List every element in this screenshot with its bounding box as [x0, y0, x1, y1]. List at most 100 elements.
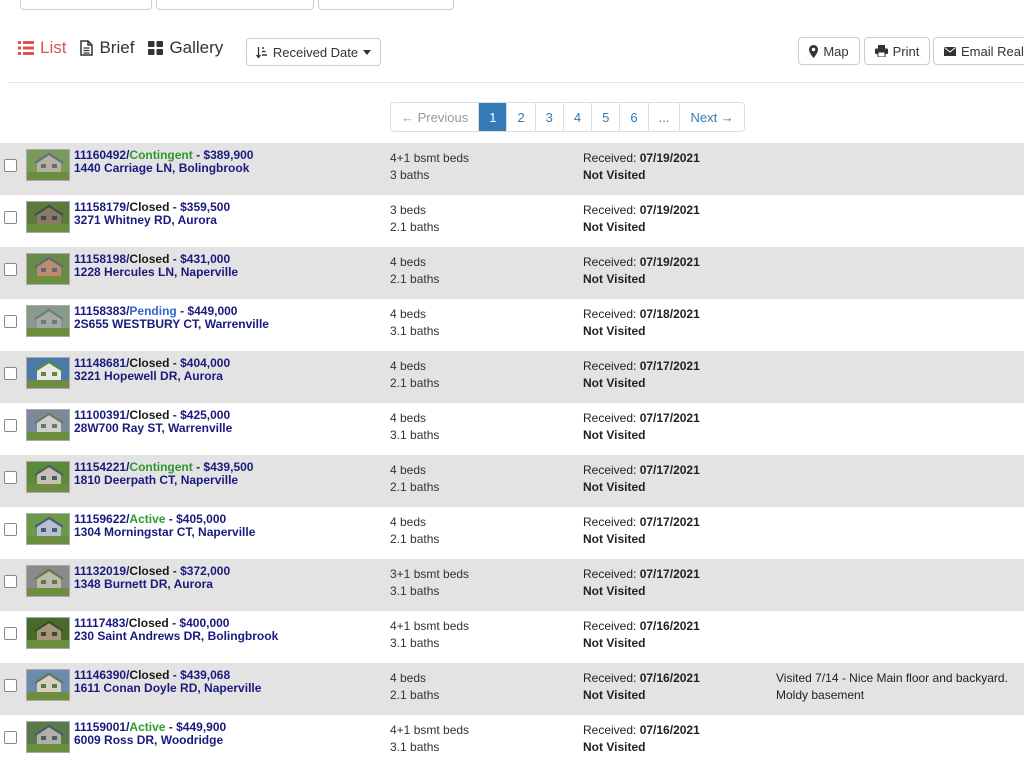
- listing-photo[interactable]: [26, 149, 70, 181]
- row-checkbox[interactable]: [4, 575, 17, 588]
- caret-down-icon: [363, 49, 372, 55]
- status-badge: Closed: [128, 616, 169, 630]
- page-4-button[interactable]: 4: [562, 103, 591, 131]
- row-checkbox[interactable]: [4, 679, 17, 692]
- address-link[interactable]: 3221 Hopewell DR, Aurora: [74, 369, 223, 383]
- listing-photo[interactable]: [26, 513, 70, 545]
- address-link[interactable]: 3271 Whitney RD, Aurora: [74, 213, 217, 227]
- tab-brief[interactable]: Brief: [80, 38, 134, 58]
- beds: 4+1 bsmt beds: [390, 619, 470, 633]
- page-ellipsis[interactable]: ...: [647, 103, 680, 131]
- address-link[interactable]: 1228 Hercules LN, Naperville: [74, 265, 238, 279]
- page-5-button[interactable]: 5: [591, 103, 619, 131]
- received-label: Received:: [583, 619, 640, 633]
- mls-number-link[interactable]: 11117483: [74, 616, 125, 630]
- beds: 4+1 bsmt beds: [390, 151, 470, 165]
- price: - $389,900: [192, 148, 254, 162]
- listing-photo[interactable]: [26, 617, 70, 649]
- mls-number-link[interactable]: 11159001: [74, 720, 126, 734]
- received-date: 07/17/2021: [639, 515, 700, 529]
- mls-number-link[interactable]: 11159622: [74, 512, 126, 526]
- address-link[interactable]: 6009 Ross DR, Woodridge: [74, 733, 223, 747]
- received-label: Received:: [583, 515, 640, 529]
- listing-photo[interactable]: [26, 565, 70, 597]
- listing-photo[interactable]: [26, 461, 70, 493]
- beds-baths: 3 beds 2.1 baths: [390, 202, 439, 236]
- listing-photo[interactable]: [26, 409, 70, 441]
- beds: 4 beds: [390, 307, 427, 321]
- print-button[interactable]: Print: [864, 37, 930, 65]
- visited-status: Not Visited: [583, 532, 646, 546]
- status-badge: Closed: [129, 200, 170, 214]
- mls-number-link[interactable]: 11148681: [74, 356, 126, 370]
- map-button[interactable]: Map: [798, 37, 860, 65]
- row-checkbox[interactable]: [4, 627, 17, 640]
- listing-photo[interactable]: [26, 721, 70, 753]
- listing-photo[interactable]: [26, 201, 70, 233]
- address-link[interactable]: 2S655 WESTBURY CT, Warrenville: [74, 317, 269, 331]
- row-checkbox[interactable]: [4, 159, 17, 172]
- mls-number-link[interactable]: 11158198: [74, 252, 126, 266]
- visited-status: Not Visited: [583, 688, 646, 702]
- received-date: 07/17/2021: [639, 411, 700, 425]
- page-3-button[interactable]: 3: [534, 103, 563, 131]
- table-row: 11117483/Closed - $400,000 230 Saint Andr…: [0, 611, 1024, 663]
- received-label: Received:: [583, 671, 640, 685]
- visited-status: Not Visited: [583, 740, 646, 754]
- address-link[interactable]: 1611 Conan Doyle RD, Naperville: [74, 681, 261, 695]
- row-checkbox[interactable]: [4, 523, 17, 536]
- previous-page-button[interactable]: ← Previous: [391, 103, 478, 131]
- baths: 3.1 baths: [390, 740, 440, 754]
- tab-list[interactable]: List: [18, 38, 66, 58]
- status-badge: Closed: [129, 408, 170, 422]
- baths: 2.1 baths: [390, 532, 440, 546]
- address-link[interactable]: 28W700 Ray ST, Warrenville: [74, 421, 232, 435]
- mls-number-link[interactable]: 11158179: [74, 200, 126, 214]
- baths: 2.1 baths: [390, 376, 440, 390]
- listing-photo[interactable]: [26, 357, 70, 389]
- mls-number-link[interactable]: 11100391: [74, 408, 126, 422]
- address-link[interactable]: 1440 Carriage LN, Bolingbrook: [74, 161, 249, 175]
- page-2-button[interactable]: 2: [506, 103, 534, 131]
- mls-number-link[interactable]: 11146390: [74, 668, 126, 682]
- listing-photo[interactable]: [26, 669, 70, 701]
- address-link[interactable]: 1810 Deerpath CT, Naperville: [74, 473, 238, 487]
- beds-baths: 4 beds 2.1 baths: [390, 670, 439, 704]
- beds-baths: 3+1 bsmt beds 3.1 baths: [390, 566, 469, 600]
- mls-number-link[interactable]: 11160492: [74, 148, 126, 162]
- address-link[interactable]: 1348 Burnett DR, Aurora: [74, 577, 213, 591]
- email-realtor-button[interactable]: Email Realt: [933, 37, 1024, 65]
- mls-number-link[interactable]: 11154221: [74, 460, 126, 474]
- row-checkbox[interactable]: [4, 263, 17, 276]
- next-page-button[interactable]: Next →: [679, 103, 743, 131]
- page-6-button[interactable]: 6: [619, 103, 647, 131]
- row-checkbox[interactable]: [4, 367, 17, 380]
- listing-photo[interactable]: [26, 253, 70, 285]
- top-button-2[interactable]: [156, 0, 314, 10]
- row-checkbox[interactable]: [4, 419, 17, 432]
- beds: 4 beds: [390, 359, 427, 373]
- sort-dropdown[interactable]: Received Date: [246, 38, 381, 66]
- listing-title: 11158198/Closed - $431,000 1228 Hercules …: [74, 252, 239, 279]
- received-info: Received: 07/17/2021 Not Visited: [583, 410, 700, 444]
- listing-photo[interactable]: [26, 305, 70, 337]
- top-button-1[interactable]: [20, 0, 152, 10]
- row-checkbox[interactable]: [4, 731, 17, 744]
- page-1-button[interactable]: 1: [478, 103, 507, 131]
- baths: 3.1 baths: [390, 636, 440, 650]
- received-label: Received:: [583, 567, 640, 581]
- pagination: ← Previous 1 2 3 4 5 6 ... Next →: [390, 102, 745, 132]
- mls-number-link[interactable]: 11158383: [74, 304, 126, 318]
- table-row: 11132019/Closed - $372,000 1348 Burnett D…: [0, 559, 1024, 611]
- listing-title: 11117483/Closed - $400,000 230 Saint Andr…: [74, 616, 279, 643]
- tab-gallery[interactable]: Gallery: [148, 38, 223, 58]
- row-checkbox[interactable]: [4, 471, 17, 484]
- top-button-3[interactable]: [318, 0, 454, 10]
- mls-number-link[interactable]: 11132019: [74, 564, 126, 578]
- row-checkbox[interactable]: [4, 211, 17, 224]
- baths: 2.1 baths: [390, 220, 440, 234]
- address-link[interactable]: 1304 Morningstar CT, Naperville: [74, 525, 255, 539]
- status-badge: Closed: [129, 252, 170, 266]
- address-link[interactable]: 230 Saint Andrews DR, Bolingbrook: [74, 629, 278, 643]
- row-checkbox[interactable]: [4, 315, 17, 328]
